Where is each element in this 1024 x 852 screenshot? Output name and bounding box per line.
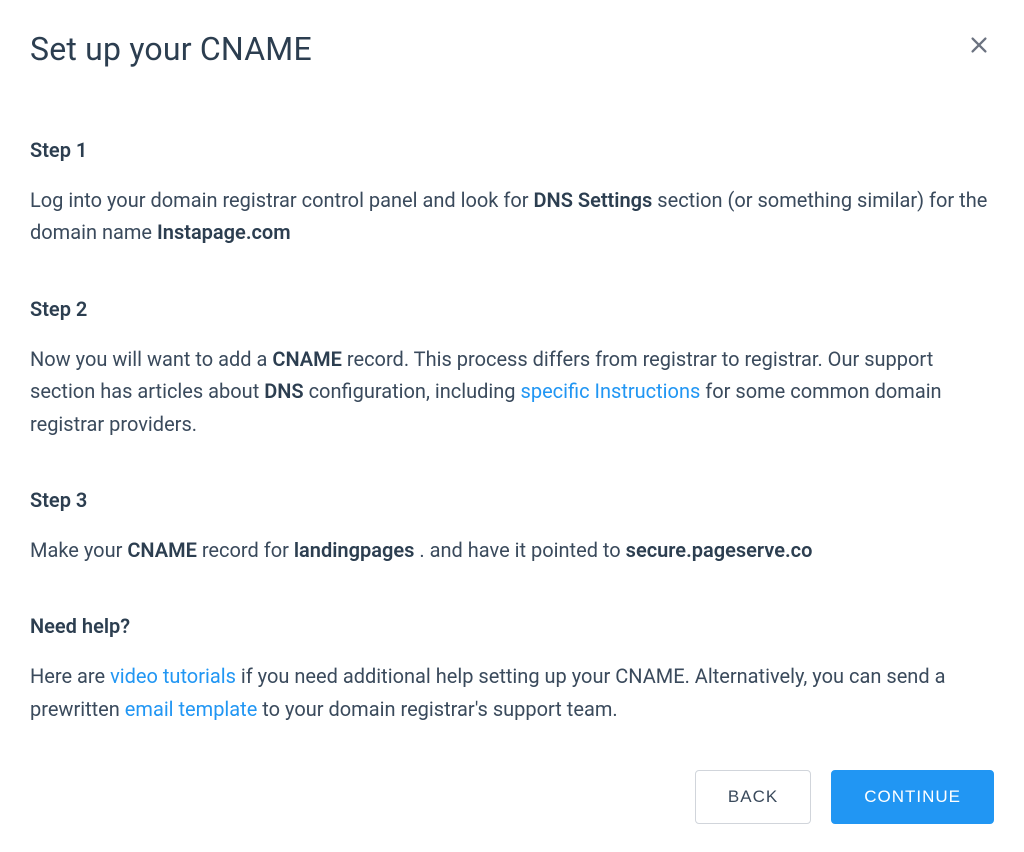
text-bold: Instapage.com [157, 220, 291, 244]
step-2-heading: Step 2 [30, 297, 990, 321]
text-fragment: Now you will want to add a [30, 347, 272, 371]
text-fragment: Make your [30, 538, 127, 562]
text-bold: CNAME [127, 538, 197, 562]
step-2-body: Now you will want to add a CNAME record.… [30, 343, 990, 440]
step-3-heading: Step 3 [30, 488, 990, 512]
need-help-body: Here are video tutorials if you need add… [30, 660, 990, 725]
modal-title: Set up your CNAME [30, 30, 312, 68]
step-1-body: Log into your domain registrar control p… [30, 184, 990, 249]
text-fragment: to your domain registrar's support team. [262, 697, 617, 721]
text-fragment: Log into your domain registrar control p… [30, 188, 534, 212]
text-fragment: Here are [30, 664, 110, 688]
close-icon [968, 34, 990, 59]
continue-button[interactable]: CONTINUE [831, 770, 994, 824]
text-bold: DNS Settings [534, 188, 653, 212]
email-template-link[interactable]: email template [125, 697, 258, 721]
modal-header: Set up your CNAME [30, 30, 994, 68]
close-button[interactable] [964, 30, 994, 63]
text-bold: CNAME [272, 347, 342, 371]
text-bold: landingpages [294, 538, 415, 562]
text-fragment: . and have it pointed to [419, 538, 625, 562]
step-3-body: Make your CNAME record for landingpages … [30, 534, 990, 566]
text-bold: secure.pageserve.co [626, 538, 813, 562]
video-tutorials-link[interactable]: video tutorials [110, 664, 236, 688]
text-bold: DNS [264, 379, 303, 403]
back-button[interactable]: BACK [695, 770, 811, 824]
modal-content: Step 1 Log into your domain registrar co… [30, 138, 990, 725]
need-help-heading: Need help? [30, 614, 990, 638]
step-1-heading: Step 1 [30, 138, 990, 162]
text-fragment: record for [202, 538, 294, 562]
specific-instructions-link[interactable]: specific Instructions [521, 379, 701, 403]
text-fragment: configuration, including [309, 379, 521, 403]
modal-footer: BACK CONTINUE [695, 770, 994, 824]
